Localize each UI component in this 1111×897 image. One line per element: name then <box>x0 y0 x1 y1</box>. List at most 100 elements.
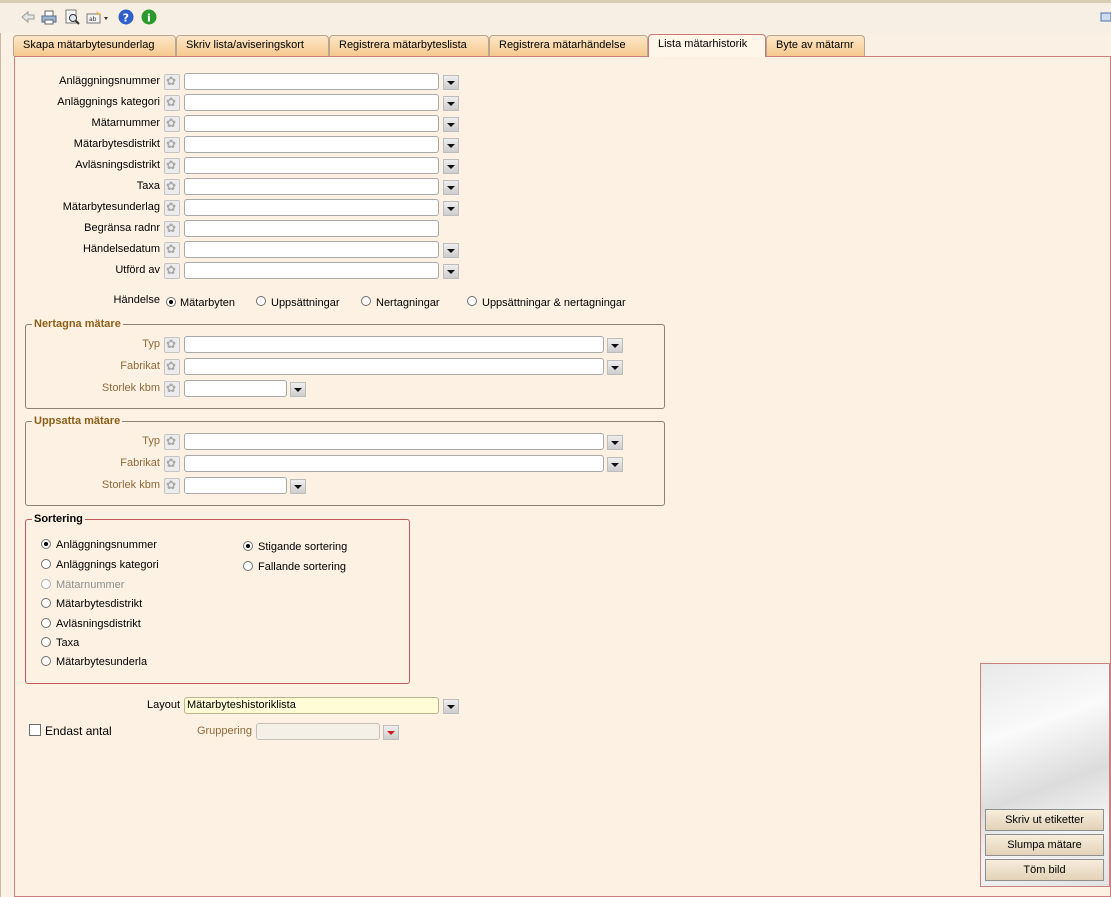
endast-antal-checkbox[interactable] <box>29 724 41 736</box>
gear-icon[interactable] <box>164 263 180 279</box>
gear-icon[interactable] <box>164 478 180 494</box>
sort-radio-taxa[interactable] <box>41 637 51 647</box>
gear-icon[interactable] <box>164 158 180 174</box>
tab-skapa[interactable]: Skapa mätarbytesunderlag <box>13 35 176 56</box>
handelsedatum-input[interactable] <box>184 241 439 258</box>
radio-label: Mätarbyten <box>180 297 236 309</box>
uppsatta-typ-dropdown[interactable] <box>607 435 623 450</box>
gear-icon[interactable] <box>164 95 180 111</box>
taxa-input[interactable] <box>184 178 439 195</box>
matarbytesunderlag-input[interactable] <box>184 199 439 216</box>
uppsatta-fabrikat-input[interactable] <box>184 455 604 472</box>
gear-icon[interactable] <box>164 434 180 450</box>
slumpa-matare-button[interactable]: Slumpa mätare <box>985 834 1104 856</box>
uppsatta-fabrikat-dropdown[interactable] <box>607 457 623 472</box>
nertagna-typ-input[interactable] <box>184 336 604 353</box>
sort-label: Mätarbytesunderla <box>56 656 148 668</box>
info-icon[interactable]: i <box>141 9 157 25</box>
anlaggningsnummer-input[interactable] <box>184 73 439 90</box>
sort-radio-avlasningsdistrikt[interactable] <box>41 618 51 628</box>
order-label: Stigande sortering <box>258 541 348 553</box>
matarnummer-input[interactable] <box>184 115 439 132</box>
uppsatta-storlek-dropdown[interactable] <box>290 479 306 494</box>
gruppering-dropdown[interactable] <box>383 725 399 740</box>
back-arrow-icon[interactable] <box>20 9 36 25</box>
window-menu-icon[interactable] <box>1100 9 1111 25</box>
sort-radio-anlaggningsnummer[interactable] <box>41 539 51 549</box>
uppsatta-typ-input[interactable] <box>184 433 604 450</box>
gear-icon[interactable] <box>164 221 180 237</box>
avlasningsdistrikt-input[interactable] <box>184 157 439 174</box>
radio-matarbyten[interactable] <box>166 297 176 307</box>
gear-icon[interactable] <box>164 179 180 195</box>
layout-input[interactable]: Mätarbyteshistoriklista <box>184 697 439 714</box>
handelsedatum-dropdown[interactable] <box>443 243 459 258</box>
print-icon[interactable] <box>41 9 57 25</box>
radio-uppsattningar[interactable] <box>256 296 266 306</box>
radio-label: Nertagningar <box>376 297 440 309</box>
anlaggnings-kategori-input[interactable] <box>184 94 439 111</box>
label-matarbytesunderlag: Mätarbytesunderlag <box>62 201 160 213</box>
tab-skriv-lista[interactable]: Skriv lista/aviseringskort <box>176 35 329 56</box>
anlaggnings-kategori-dropdown[interactable] <box>443 96 459 111</box>
sort-label: Mätarbytesdistrikt <box>56 598 143 610</box>
label-nertagna-storlek: Storlek kbm <box>101 382 160 394</box>
matarbytesdistrikt-input[interactable] <box>184 136 439 153</box>
gear-icon[interactable] <box>164 200 180 216</box>
uppsatta-storlek-input[interactable] <box>184 477 287 494</box>
utford-av-dropdown[interactable] <box>443 264 459 279</box>
gear-icon[interactable] <box>164 337 180 353</box>
nertagna-storlek-input[interactable] <box>184 380 287 397</box>
nertagna-fabrikat-dropdown[interactable] <box>607 360 623 375</box>
sort-radio-matarbytesunderlag[interactable] <box>41 656 51 666</box>
tab-registrera-lista[interactable]: Registrera mätarbyteslista <box>329 35 489 56</box>
nertagna-storlek-dropdown[interactable] <box>290 382 306 397</box>
sort-radio-anlaggnings-kategori[interactable] <box>41 559 51 569</box>
matarbytesdistrikt-dropdown[interactable] <box>443 138 459 153</box>
sort-label: Avläsningsdistrikt <box>56 618 141 630</box>
label-utford-av: Utförd av <box>115 264 160 276</box>
left-border <box>0 33 1 897</box>
avlasningsdistrikt-dropdown[interactable] <box>443 159 459 174</box>
label-layout: Layout <box>146 699 180 711</box>
radio-fallande[interactable] <box>243 561 253 571</box>
matarbytesunderlag-dropdown[interactable] <box>443 201 459 216</box>
utford-av-input[interactable] <box>184 262 439 279</box>
label-handelsedatum: Händelsedatum <box>82 243 160 255</box>
taxa-dropdown[interactable] <box>443 180 459 195</box>
radio-nertagningar[interactable] <box>361 296 371 306</box>
begransa-radnr-input[interactable] <box>184 220 439 237</box>
gear-icon[interactable] <box>164 116 180 132</box>
nertagna-typ-dropdown[interactable] <box>607 338 623 353</box>
gruppering-input[interactable] <box>256 723 380 740</box>
order-label: Fallande sortering <box>258 561 347 573</box>
tom-bild-button[interactable]: Töm bild <box>985 859 1104 881</box>
nertagna-fabrikat-input[interactable] <box>184 358 604 375</box>
sort-radio-matarbytesdistrikt[interactable] <box>41 598 51 608</box>
export-menu-icon[interactable]: ab <box>86 9 110 25</box>
gear-icon[interactable] <box>164 74 180 90</box>
svg-text:?: ? <box>123 12 129 25</box>
label-taxa: Taxa <box>136 180 160 192</box>
anlaggningsnummer-dropdown[interactable] <box>443 75 459 90</box>
radio-stigande[interactable] <box>243 541 253 551</box>
matarnummer-dropdown[interactable] <box>443 117 459 132</box>
tab-lista-matarhistorik[interactable]: Lista mätarhistorik <box>648 34 766 57</box>
label-nertagna-fabrikat: Fabrikat <box>120 360 160 372</box>
gear-icon[interactable] <box>164 381 180 397</box>
skriv-ut-etiketter-button[interactable]: Skriv ut etiketter <box>985 809 1104 831</box>
radio-uppsattningar-nertagningar[interactable] <box>467 296 477 306</box>
print-preview-icon[interactable] <box>64 9 80 25</box>
help-icon[interactable]: ? <box>118 9 134 25</box>
layout-dropdown[interactable] <box>443 699 459 714</box>
label-anlaggnings-kategori: Anläggnings kategori <box>57 96 160 108</box>
gear-icon[interactable] <box>164 359 180 375</box>
tab-byte-matarnr[interactable]: Byte av mätarnr <box>766 35 865 56</box>
label-uppsatta-typ: Typ <box>142 435 160 447</box>
tab-registrera-handelse[interactable]: Registrera mätarhändelse <box>489 35 648 56</box>
gear-icon[interactable] <box>164 456 180 472</box>
gear-icon[interactable] <box>164 137 180 153</box>
sort-label: Anläggningsnummer <box>56 539 157 551</box>
label-gruppering: Gruppering <box>196 725 252 737</box>
gear-icon[interactable] <box>164 242 180 258</box>
